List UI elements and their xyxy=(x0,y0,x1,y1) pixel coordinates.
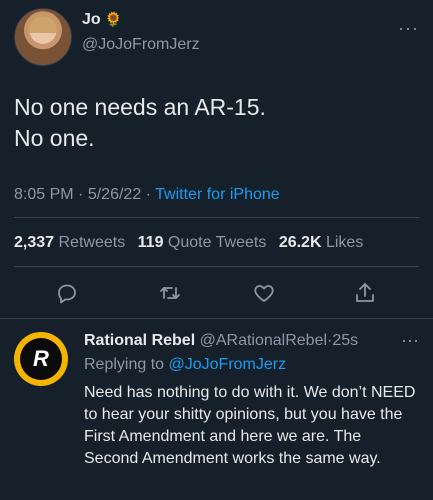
reply-icon xyxy=(58,284,76,304)
meta-separator: · xyxy=(78,186,84,203)
author-name[interactable]: Jo 🌻 xyxy=(82,11,122,29)
retweets-count: 2,337 xyxy=(14,234,55,251)
like-button[interactable] xyxy=(249,278,279,308)
tweet-source-link[interactable]: Twitter for iPhone xyxy=(155,186,280,203)
tweet-header: Jo 🌻 @JoJoFromJerz ··· xyxy=(14,8,419,66)
quote-tweets-label: Quote Tweets xyxy=(167,234,267,251)
tweet-time: 8:05 PM xyxy=(14,186,74,203)
reply-author-name[interactable]: Rational Rebel xyxy=(84,332,195,349)
likes-count: 26.2K xyxy=(278,234,322,251)
sunflower-emoji: 🌻 xyxy=(104,11,123,27)
quote-tweets-count: 119 xyxy=(137,234,164,251)
divider xyxy=(0,318,433,319)
share-icon xyxy=(356,283,374,302)
reply-header: Rational Rebel @ARationalRebel·25s xyxy=(84,332,358,350)
replying-to: Replying to @JoJoFromJerz xyxy=(84,356,286,374)
retweet-icon xyxy=(160,287,180,299)
reply-avatar-logo: R xyxy=(20,338,62,380)
divider xyxy=(14,266,419,267)
retweet-button[interactable] xyxy=(155,278,185,308)
reply-time[interactable]: 25s xyxy=(332,332,358,349)
author-handle[interactable]: @JoJoFromJerz xyxy=(82,36,200,54)
reply-text: Need has nothing to do with it. We don’t… xyxy=(84,384,416,467)
quote-tweets-stat[interactable]: 119 Quote Tweets xyxy=(138,234,267,251)
meta-separator: · xyxy=(145,186,151,203)
reply-button[interactable] xyxy=(52,278,82,308)
more-options-icon[interactable]: ··· xyxy=(398,18,419,39)
more-options-icon[interactable]: ··· xyxy=(401,330,419,351)
tweet-meta: 8:05 PM · 5/26/22 · Twitter for iPhone xyxy=(14,186,280,204)
like-icon xyxy=(254,285,274,302)
divider xyxy=(14,217,419,218)
avatar[interactable]: R xyxy=(14,332,68,386)
tweet-stats: 2,337 Retweets 119 Quote Tweets 26.2K Li… xyxy=(14,234,363,252)
likes-stat[interactable]: 26.2K Likes xyxy=(279,234,364,251)
replying-prefix: Replying to xyxy=(84,356,165,373)
retweets-stat[interactable]: 2,337 Retweets xyxy=(14,234,125,251)
avatar[interactable] xyxy=(14,8,72,66)
likes-label: Likes xyxy=(325,234,364,251)
reply-author-handle[interactable]: @ARationalRebel xyxy=(200,332,327,349)
reply-tweet[interactable]: R Rational Rebel @ARationalRebel·25s ···… xyxy=(0,322,433,500)
action-bar xyxy=(14,278,419,308)
tweet-date: 5/26/22 xyxy=(87,186,142,203)
mention-link[interactable]: @JoJoFromJerz xyxy=(169,356,287,373)
retweets-label: Retweets xyxy=(58,234,126,251)
tweet-text: No one needs an AR-15. No one. xyxy=(14,94,266,151)
author-name-text: Jo xyxy=(82,11,101,28)
share-button[interactable] xyxy=(350,278,380,308)
